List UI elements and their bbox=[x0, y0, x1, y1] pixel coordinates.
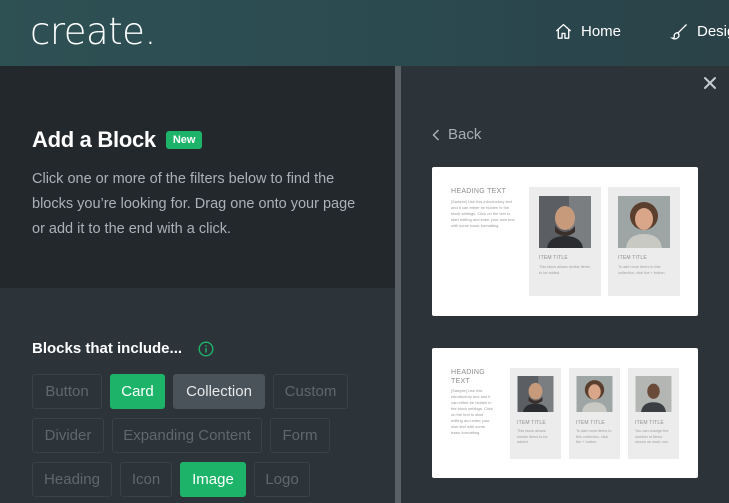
intro-section: Add a Block New Click one or more of the… bbox=[0, 66, 395, 288]
info-icon[interactable] bbox=[198, 340, 214, 357]
person-photo-icon bbox=[576, 376, 613, 412]
home-icon bbox=[555, 23, 572, 39]
preview-intro-text: [Sample] Use this introductory text and … bbox=[451, 199, 515, 228]
preview-card: ITEM TITLE This block allows similar ite… bbox=[510, 368, 561, 459]
brush-icon bbox=[670, 24, 687, 40]
block-preview-2[interactable]: HEADING TEXT [Sample] Use this introduct… bbox=[432, 348, 698, 478]
filter-custom[interactable]: Custom bbox=[273, 374, 348, 409]
preview-item-title: ITEM TITLE bbox=[635, 420, 664, 426]
preview-heading: HEADING TEXT bbox=[451, 188, 507, 195]
preview-item-title: ITEM TITLE bbox=[576, 420, 605, 426]
close-icon[interactable] bbox=[702, 75, 718, 91]
person-photo-icon bbox=[618, 196, 670, 248]
filter-icon[interactable]: Icon bbox=[120, 462, 172, 497]
new-badge: New bbox=[165, 131, 203, 149]
filter-logo[interactable]: Logo bbox=[254, 462, 310, 497]
filters-header: Blocks that include... bbox=[32, 340, 214, 357]
filter-expanding-content[interactable]: Expanding Content bbox=[112, 418, 262, 453]
preview-item-text: This block allows similar items to be ad… bbox=[539, 265, 590, 275]
filter-heading[interactable]: Heading bbox=[32, 462, 112, 497]
preview-card: ITEM TITLE This block allows similar ite… bbox=[529, 187, 601, 296]
preview-item-text: To add more items to this collection, cl… bbox=[618, 265, 666, 275]
back-link[interactable]: Back bbox=[432, 126, 481, 143]
preview-item-text: This block allows similar items to be ad… bbox=[517, 429, 548, 444]
preview-item-text: You can change the number of items shown… bbox=[635, 429, 669, 444]
preview-item-text: To add more items to this collection, cl… bbox=[576, 429, 612, 444]
app-logo[interactable]: create. bbox=[30, 10, 156, 53]
block-preview-1[interactable]: HEADING TEXT [Sample] Use this introduct… bbox=[432, 167, 698, 316]
title-row: Add a Block New bbox=[32, 127, 203, 153]
nav-design[interactable]: Desig bbox=[670, 22, 729, 41]
back-label: Back bbox=[448, 126, 482, 143]
preview-heading: HEADING TEXT bbox=[451, 369, 485, 385]
nav-home[interactable]: Home bbox=[554, 22, 621, 41]
filter-divider[interactable]: Divider bbox=[32, 418, 104, 453]
chevron-left-icon bbox=[432, 128, 440, 141]
filter-image[interactable]: Image bbox=[180, 462, 246, 497]
filters-title: Blocks that include... bbox=[32, 340, 183, 357]
person-photo-icon bbox=[517, 376, 554, 412]
preview-intro-text: [Sample] Use this introductory text and … bbox=[451, 388, 493, 435]
preview-item-title: ITEM TITLE bbox=[618, 255, 647, 261]
nav-home-label: Home bbox=[581, 23, 622, 40]
person-photo-icon bbox=[539, 196, 591, 248]
preview-item-title: ITEM TITLE bbox=[517, 420, 546, 426]
filter-card[interactable]: Card bbox=[110, 374, 165, 409]
filter-form[interactable]: Form bbox=[270, 418, 330, 453]
preview-card: ITEM TITLE You can change the number of … bbox=[628, 368, 679, 459]
person-photo-icon bbox=[635, 376, 672, 412]
filter-collection[interactable]: Collection bbox=[173, 374, 265, 409]
preview-panel: Back HEADING TEXT [Sample] Use this intr… bbox=[401, 66, 729, 503]
preview-item-title: ITEM TITLE bbox=[539, 255, 568, 261]
preview-card: ITEM TITLE To add more items to this col… bbox=[569, 368, 620, 459]
panel-title: Add a Block bbox=[32, 127, 156, 152]
top-bar: create. Home Desig bbox=[0, 0, 729, 66]
panel-description: Click one or more of the filters below t… bbox=[32, 171, 356, 237]
preview-card: ITEM TITLE To add more items to this col… bbox=[608, 187, 680, 296]
add-block-panel: Add a Block New Click one or more of the… bbox=[0, 66, 395, 503]
filter-button[interactable]: Button bbox=[32, 374, 102, 409]
nav-design-label: Desig bbox=[697, 23, 729, 40]
